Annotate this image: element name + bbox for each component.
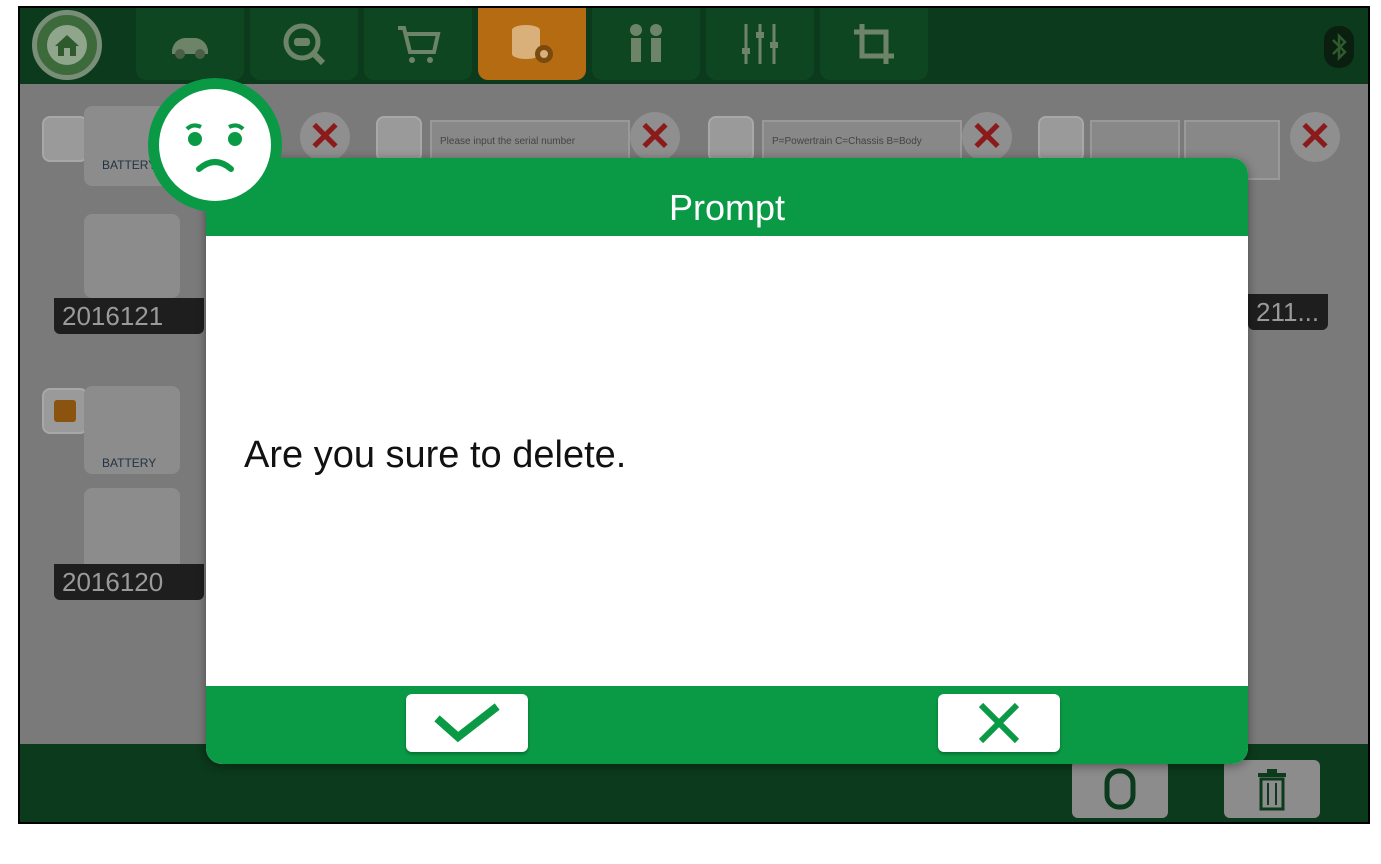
item-checkbox[interactable] xyxy=(42,116,88,162)
tab-shop[interactable] xyxy=(364,8,472,80)
delete-item-button[interactable]: ✕ xyxy=(630,112,680,162)
delete-item-button[interactable]: ✕ xyxy=(962,112,1012,162)
tab-vehicle[interactable] xyxy=(136,8,244,80)
item-checkbox[interactable] xyxy=(376,116,422,162)
tab-vehicle-search[interactable] xyxy=(250,8,358,80)
thumbnail-label: BATTERY xyxy=(102,456,157,470)
file-date-label: 211... xyxy=(1248,294,1328,330)
confirm-button[interactable] xyxy=(406,694,528,752)
crop-icon xyxy=(854,24,894,64)
car-search-icon xyxy=(283,23,326,66)
thumbnail[interactable] xyxy=(84,488,180,574)
item-checkbox[interactable] xyxy=(1038,116,1084,162)
tab-users[interactable] xyxy=(592,8,700,80)
item-checkbox-checked[interactable] xyxy=(42,388,88,434)
select-all-icon xyxy=(1104,768,1136,810)
trash-icon xyxy=(1258,769,1286,811)
item-checkbox[interactable] xyxy=(708,116,754,162)
sad-face-icon xyxy=(148,78,282,212)
thumbnail[interactable] xyxy=(84,214,180,298)
dialog-message: Are you sure to delete. xyxy=(244,434,627,476)
home-icon xyxy=(47,25,87,65)
dialog-title: Prompt xyxy=(668,187,786,228)
dialog-footer xyxy=(206,686,1248,764)
database-settings-icon xyxy=(512,25,553,63)
close-icon: ✕ xyxy=(308,115,342,159)
file-date-label: 2016121 xyxy=(54,298,204,334)
close-icon: ✕ xyxy=(1298,115,1332,159)
people-icon xyxy=(630,24,662,62)
battery-thumbnail[interactable]: BATTERY xyxy=(84,386,180,474)
dialog-header: Prompt xyxy=(206,158,1248,236)
delete-button[interactable] xyxy=(1224,760,1320,818)
tab-crop[interactable] xyxy=(820,8,928,80)
tab-data-manager[interactable] xyxy=(478,8,586,80)
cancel-button[interactable] xyxy=(938,694,1060,752)
car-icon xyxy=(172,38,208,59)
prompt-dialog: Prompt Are you sure to delete. xyxy=(206,158,1248,764)
top-toolbar xyxy=(20,8,1368,84)
close-icon xyxy=(978,702,1020,744)
file-date-label: 2016120 xyxy=(54,564,204,600)
app-screen: BATTERY 2016121 ✕ Please input the seria… xyxy=(18,6,1370,824)
tab-settings[interactable] xyxy=(706,8,814,80)
sliders-icon xyxy=(742,24,778,64)
thumbnail-label: BATTERY xyxy=(102,158,157,172)
home-button[interactable] xyxy=(32,10,102,80)
delete-item-button[interactable]: ✕ xyxy=(1290,112,1340,162)
check-icon xyxy=(434,703,500,743)
bluetooth-icon[interactable] xyxy=(1324,26,1354,68)
delete-item-button[interactable]: ✕ xyxy=(300,112,350,162)
close-icon: ✕ xyxy=(970,115,1004,159)
shopping-cart-icon xyxy=(398,26,441,63)
close-icon: ✕ xyxy=(638,115,672,159)
select-button[interactable] xyxy=(1072,760,1168,818)
